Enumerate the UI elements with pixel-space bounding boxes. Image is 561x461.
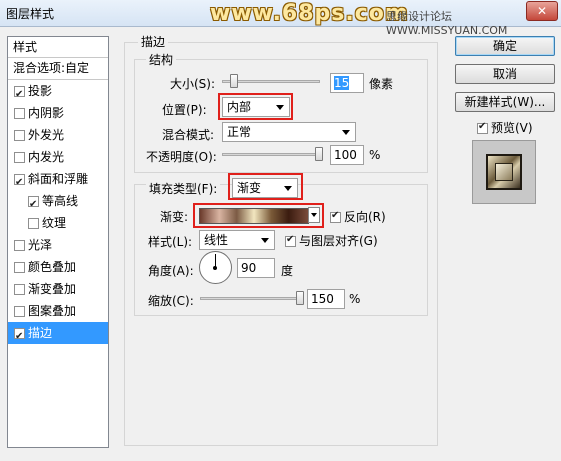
opacity-slider-thumb[interactable]: [315, 147, 323, 161]
style-item-2[interactable]: 外发光: [8, 124, 108, 146]
close-button[interactable]: ✕: [526, 1, 558, 21]
window-title: 图层样式: [6, 7, 55, 21]
fill-type-label: 填充类型(F):: [146, 180, 221, 197]
style-item-label: 等高线: [42, 194, 79, 208]
style-item-label: 内阴影: [28, 106, 65, 120]
chevron-down-icon: [261, 238, 269, 243]
cancel-button[interactable]: 取消: [455, 64, 555, 84]
align-label: 与图层对齐(G): [299, 234, 378, 248]
preview-label: 预览(V): [491, 121, 533, 135]
style-item-checkbox[interactable]: [28, 218, 39, 229]
style-item-label: 光泽: [28, 238, 53, 252]
watermark-logo: www.68ps.com: [210, 1, 409, 26]
blend-mode-label: 混合模式:: [162, 128, 215, 142]
style-item-label: 投影: [28, 84, 53, 98]
chevron-down-icon: [342, 130, 350, 135]
style-item-checkbox[interactable]: [14, 108, 25, 119]
preview-checkbox[interactable]: 预览(V): [477, 119, 533, 136]
size-slider-thumb[interactable]: [230, 74, 238, 88]
style-item-5[interactable]: 等高线: [8, 190, 108, 216]
ok-button[interactable]: 确定: [455, 36, 555, 56]
size-label: 大小(S):: [170, 77, 216, 91]
size-input[interactable]: 15: [330, 73, 364, 93]
style-item-label: 内发光: [28, 150, 65, 164]
position-label: 位置(P):: [162, 103, 207, 117]
style-select[interactable]: 线性: [199, 230, 275, 250]
scale-slider-thumb[interactable]: [296, 291, 304, 305]
style-list-header: 样式: [8, 37, 108, 58]
style-item-10[interactable]: 图案叠加: [8, 300, 108, 322]
style-item-checkbox[interactable]: [14, 262, 25, 273]
style-item-1[interactable]: 内阴影: [8, 102, 108, 124]
scale-unit: %: [349, 292, 361, 306]
style-list: 样式 混合选项:自定 投影内阴影外发光内发光斜面和浮雕等高线纹理光泽颜色叠加渐变…: [7, 36, 109, 448]
style-preview-thumbnail: [472, 140, 536, 204]
angle-unit: 度: [281, 264, 294, 278]
opacity-slider[interactable]: [222, 153, 320, 156]
style-item-9[interactable]: 渐变叠加: [8, 278, 108, 300]
style-item-label: 图案叠加: [28, 304, 77, 318]
angle-input[interactable]: 90: [237, 258, 275, 278]
title-bar: 图层样式 www.68ps.com 思缘设计论坛 WWW.MISSYUAN.CO…: [0, 0, 561, 37]
style-item-label: 颜色叠加: [28, 260, 77, 274]
style-item-8[interactable]: 颜色叠加: [8, 256, 108, 278]
style-label: 样式(L):: [148, 235, 193, 249]
style-item-4[interactable]: 斜面和浮雕: [8, 168, 108, 194]
style-item-checkbox[interactable]: [28, 194, 39, 216]
style-item-checkbox[interactable]: [14, 306, 25, 317]
position-highlight: [218, 93, 293, 120]
reverse-label: 反向(R): [344, 210, 386, 224]
align-checkbox[interactable]: 与图层对齐(G): [285, 232, 378, 249]
gradient-highlight: [193, 203, 324, 228]
blend-mode-select[interactable]: 正常: [222, 122, 356, 142]
gradient-label: 渐变:: [160, 210, 189, 224]
reverse-checkbox[interactable]: 反向(R): [330, 208, 386, 225]
style-item-label: 斜面和浮雕: [28, 172, 89, 186]
style-item-3[interactable]: 内发光: [8, 146, 108, 168]
style-item-6[interactable]: 纹理: [8, 212, 108, 234]
style-item-checkbox[interactable]: [14, 152, 25, 163]
style-item-11[interactable]: 描边: [8, 322, 108, 348]
stroke-section-title: 描边: [138, 33, 169, 50]
style-item-checkbox[interactable]: [14, 240, 25, 251]
size-unit: 像素: [369, 77, 394, 91]
fill-type-highlight: [228, 173, 303, 200]
style-item-checkbox[interactable]: [14, 326, 25, 348]
style-item-label: 描边: [28, 326, 53, 340]
reverse-checkbox-box[interactable]: [330, 210, 341, 223]
style-item-label: 外发光: [28, 128, 65, 142]
preview-checkbox-box[interactable]: [477, 121, 488, 134]
style-item-label: 渐变叠加: [28, 282, 77, 296]
scale-slider[interactable]: [200, 297, 304, 300]
angle-dial[interactable]: [199, 251, 232, 284]
style-item-checkbox[interactable]: [14, 130, 25, 141]
angle-label: 角度(A):: [148, 264, 194, 278]
style-item-0[interactable]: 投影: [8, 80, 108, 106]
style-item-checkbox[interactable]: [14, 284, 25, 295]
scale-label: 缩放(C):: [148, 294, 194, 308]
style-item-label: 纹理: [42, 216, 67, 230]
style-item-checkbox[interactable]: [14, 172, 25, 194]
blend-options-item[interactable]: 混合选项:自定: [8, 58, 108, 80]
new-style-button[interactable]: 新建样式(W)...: [455, 92, 555, 112]
opacity-label: 不透明度(O):: [146, 150, 217, 164]
structure-title: 结构: [146, 51, 177, 68]
style-item-7[interactable]: 光泽: [8, 234, 108, 256]
opacity-input[interactable]: 100: [330, 145, 364, 165]
align-checkbox-box[interactable]: [285, 234, 296, 247]
opacity-unit: %: [369, 148, 381, 162]
scale-input[interactable]: 150: [307, 289, 345, 309]
preview-swatch: [486, 154, 522, 190]
style-item-checkbox[interactable]: [14, 84, 25, 106]
